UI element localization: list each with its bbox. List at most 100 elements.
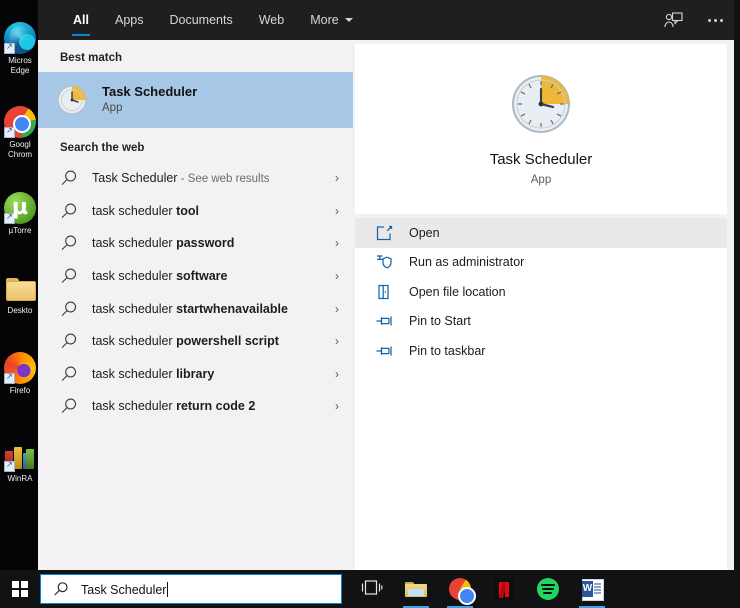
desktop-label-line1: Googl <box>9 140 31 149</box>
best-match-heading: Best match <box>60 52 122 64</box>
action-label: Open <box>409 225 440 240</box>
best-match-title: Task Scheduler <box>102 84 198 99</box>
action-row-pin-to-start[interactable]: Pin to Start <box>355 307 727 337</box>
desktop-icon-google-chrome[interactable]: Googl Chrom <box>0 106 40 160</box>
preview-app-title: Task Scheduler <box>489 150 593 168</box>
suggestion-row[interactable]: task scheduler library › <box>38 358 353 391</box>
suggestion-label: task scheduler software <box>92 269 228 284</box>
action-label: Run as administrator <box>409 255 525 270</box>
search-flyout-panel: All Apps Documents Web More Best match T… <box>38 0 740 570</box>
magnifier-icon <box>60 267 78 285</box>
magnifier-icon <box>60 397 78 415</box>
search-the-web-heading: Search the web <box>60 142 145 154</box>
taskbar-item-task-view[interactable] <box>350 570 394 608</box>
windows-start-icon <box>12 581 28 597</box>
tab-documents[interactable]: Documents <box>156 0 245 40</box>
suggestion-label: task scheduler library <box>92 366 215 381</box>
magnifier-icon <box>60 202 78 220</box>
chrome-icon <box>449 578 476 605</box>
ellipsis-icon[interactable] <box>704 9 726 31</box>
desktop-label-line2: Chrom <box>7 150 32 159</box>
suggestion-label: Task Scheduler - See web results <box>92 171 270 186</box>
netflix-icon <box>494 578 514 600</box>
shortcut-overlay-icon <box>4 125 15 138</box>
windows-start-button[interactable] <box>0 570 40 608</box>
action-row-run-as-administrator[interactable]: Run as administrator <box>355 248 727 278</box>
action-label: Open file location <box>409 284 506 299</box>
suggestion-label: task scheduler return code 2 <box>92 399 256 414</box>
chrome-icon <box>4 106 36 138</box>
taskbar-app-icons <box>350 570 614 608</box>
desktop-icon-winrar[interactable]: WinRA <box>0 440 40 484</box>
folder-open-icon <box>375 283 393 301</box>
suggestion-label: task scheduler password <box>92 236 235 251</box>
tab-label: Documents <box>169 13 233 27</box>
suggestion-row[interactable]: task scheduler powershell script › <box>38 325 353 358</box>
suggestion-row[interactable]: task scheduler return code 2 › <box>38 390 353 423</box>
tab-more[interactable]: More <box>297 0 365 40</box>
desktop-icon-microsoft-edge[interactable]: Micros Edge <box>0 22 40 76</box>
firefox-icon <box>4 352 36 384</box>
file-explorer-icon <box>405 578 427 600</box>
taskbar-item-spotify[interactable] <box>526 570 570 608</box>
search-tab-bar: All Apps Documents Web More <box>38 0 366 40</box>
utorrent-icon <box>4 192 36 224</box>
action-row-open-file-location[interactable]: Open file location <box>355 277 727 307</box>
suggestion-row[interactable]: task scheduler password › <box>38 227 353 260</box>
action-row-pin-to-taskbar[interactable]: Pin to taskbar <box>355 336 727 366</box>
preview-app-subtitle: App <box>530 173 552 186</box>
chevron-right-icon: › <box>335 171 339 186</box>
task-scheduler-clock-icon <box>56 84 88 116</box>
taskbar-item-file-explorer[interactable] <box>394 570 438 608</box>
suggestion-label: task scheduler startwhenavailable <box>92 301 288 316</box>
tab-apps[interactable]: Apps <box>102 0 157 40</box>
suggestion-row[interactable]: task scheduler tool › <box>38 195 353 228</box>
chevron-right-icon: › <box>335 334 339 349</box>
pin-icon <box>375 312 393 330</box>
edge-icon <box>4 22 36 54</box>
magnifier-icon <box>60 169 78 187</box>
taskbar-search-input[interactable]: Task Scheduler <box>40 574 342 604</box>
task-view-icon <box>361 578 383 600</box>
suggestion-label: task scheduler tool <box>92 203 199 218</box>
shield-run-icon <box>375 253 393 271</box>
shortcut-overlay-icon <box>4 211 15 224</box>
open-window-icon <box>375 224 393 242</box>
taskbar-item-microsoft-word[interactable] <box>570 570 614 608</box>
suggestion-label: task scheduler powershell script <box>92 334 279 349</box>
desktop-label-line1: Micros <box>8 56 32 65</box>
desktop-icon-firefox[interactable]: Firefo <box>0 352 40 396</box>
taskbar-item-netflix[interactable] <box>482 570 526 608</box>
results-list-pane: Best match Task Scheduler App Search the… <box>38 40 353 570</box>
desktop-icon-utorrent[interactable]: µTorre <box>0 192 40 236</box>
app-action-list: Open Run as administrator Open file locati… <box>355 218 727 570</box>
pin-icon <box>375 342 393 360</box>
suggestion-row[interactable]: Task Scheduler - See web results › <box>38 162 353 195</box>
desktop-label: µTorre <box>8 226 32 235</box>
action-row-open[interactable]: Open <box>355 218 727 248</box>
tab-label: Apps <box>114 13 144 27</box>
magnifier-icon <box>60 332 78 350</box>
magnifier-icon <box>60 300 78 318</box>
tab-all[interactable]: All <box>60 0 102 40</box>
taskbar-item-google-chrome[interactable] <box>438 570 482 608</box>
magnifier-icon <box>60 365 78 383</box>
desktop-icon-desktop-folder[interactable]: Deskto <box>0 272 40 316</box>
search-input-value: Task Scheduler <box>81 582 167 597</box>
suggestion-row[interactable]: task scheduler software › <box>38 260 353 293</box>
shortcut-overlay-icon <box>4 41 15 54</box>
web-suggestion-list: Task Scheduler - See web results › task sc… <box>38 162 353 423</box>
text-cursor <box>167 581 169 597</box>
app-preview-card: Task Scheduler App <box>355 44 727 214</box>
feedback-person-icon[interactable] <box>662 9 684 31</box>
desktop-label-line2: Edge <box>10 66 30 75</box>
best-match-subtitle: App <box>102 102 123 114</box>
chevron-right-icon: › <box>335 269 339 284</box>
task-scheduler-clock-icon <box>510 73 572 135</box>
tab-label: More <box>310 13 339 27</box>
folder-icon <box>4 272 36 304</box>
chevron-right-icon: › <box>335 399 339 414</box>
tab-web[interactable]: Web <box>246 0 297 40</box>
best-match-result-task-scheduler[interactable]: Task Scheduler App <box>38 72 353 128</box>
suggestion-row[interactable]: task scheduler startwhenavailable › <box>38 292 353 325</box>
